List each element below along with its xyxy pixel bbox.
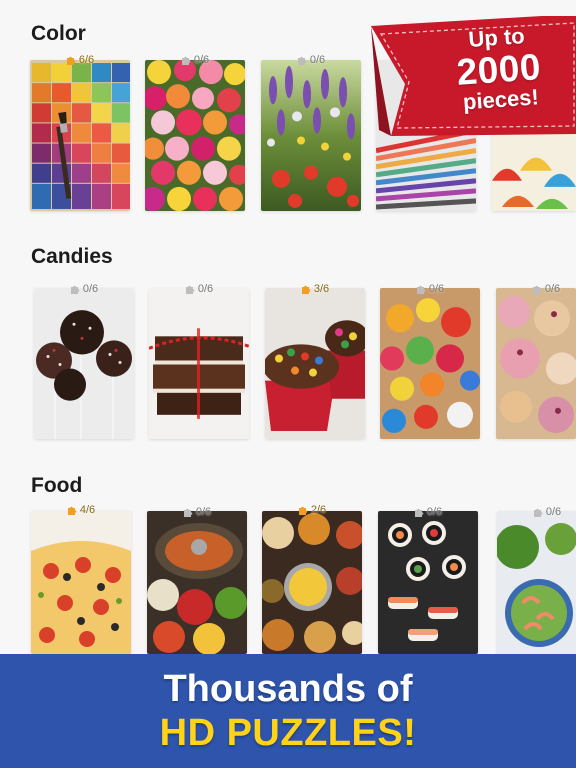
puzzle-thumbnail	[380, 288, 480, 439]
progress-text: 0/6	[195, 506, 212, 518]
banner-line-2: HD PUZZLES!	[159, 712, 417, 754]
progress-badge: 0/6	[378, 505, 478, 519]
progress-badge: 0/6	[147, 505, 247, 519]
puzzle-thumbnail	[265, 288, 365, 439]
ribbon-text: Up to 2000 pieces!	[405, 7, 576, 139]
puzzle-thumbnail	[34, 288, 134, 439]
progress-badge: 4/6	[31, 503, 131, 517]
puzzle-tile-color-swatches[interactable]	[30, 60, 130, 211]
progress-text: 0/6	[309, 54, 326, 66]
puzzle-piece-icon	[181, 56, 191, 65]
puzzle-thumbnail	[378, 511, 478, 654]
puzzle-thumbnail	[497, 511, 576, 654]
puzzle-thumbnail	[31, 511, 131, 654]
puzzle-piece-icon	[185, 285, 195, 294]
progress-text: 3/6	[313, 283, 330, 295]
progress-text: 0/6	[426, 506, 443, 518]
puzzle-tile-cupcakes[interactable]	[265, 288, 365, 439]
promo-banner: Thousands of HD PUZZLES!	[0, 654, 576, 768]
puzzle-thumbnail	[261, 60, 361, 211]
puzzle-thumbnail	[496, 288, 576, 439]
progress-badge: 0/6	[261, 53, 361, 67]
progress-badge: 0/6	[497, 505, 576, 519]
puzzle-thumbnail	[30, 60, 130, 211]
progress-badge: 3/6	[265, 282, 365, 296]
section-title: Food	[31, 474, 83, 497]
puzzle-tile-wildflowers[interactable]	[261, 60, 361, 211]
puzzle-piece-icon	[301, 285, 311, 294]
puzzle-piece-icon	[414, 508, 424, 517]
puzzle-tile-cookies[interactable]	[496, 288, 576, 439]
progress-text: 0/6	[197, 283, 214, 295]
puzzle-piece-icon	[66, 56, 76, 65]
puzzle-tile-roses[interactable]	[145, 60, 245, 211]
section-candies: Candies 0/6 0/6 3/6 0/6 0/6	[0, 245, 576, 445]
progress-badge: 0/6	[149, 282, 249, 296]
progress-text: 6/6	[78, 54, 95, 66]
puzzle-thumbnail	[147, 511, 247, 654]
progress-text: 0/6	[544, 283, 561, 295]
puzzle-tile-hot-pot[interactable]	[147, 511, 247, 654]
puzzle-piece-icon	[297, 56, 307, 65]
puzzle-piece-icon	[533, 508, 543, 517]
progress-text: 4/6	[79, 504, 96, 516]
puzzle-tile-pizza[interactable]	[31, 511, 131, 654]
section-title: Candies	[31, 245, 113, 268]
puzzle-tile-indian-dishes[interactable]	[262, 511, 362, 654]
progress-badge: 0/6	[145, 53, 245, 67]
puzzle-piece-icon	[416, 285, 426, 294]
puzzle-thumbnail	[149, 288, 249, 439]
progress-text: 0/6	[82, 283, 99, 295]
puzzle-tile-brownies[interactable]	[149, 288, 249, 439]
progress-badge: 0/6	[380, 282, 480, 296]
section-title: Color	[31, 22, 86, 45]
puzzle-thumbnail	[262, 511, 362, 654]
puzzle-piece-icon	[183, 508, 193, 517]
progress-text: 0/6	[193, 54, 210, 66]
progress-text: 0/6	[545, 506, 562, 518]
puzzle-piece-icon	[532, 285, 542, 294]
progress-badge: 2/6	[262, 503, 362, 517]
puzzle-tile-shrimp-salad[interactable]	[497, 511, 576, 654]
progress-badge: 6/6	[30, 53, 130, 67]
section-food: Food 4/6 0/6 2/6 0/6 0/6	[0, 474, 576, 674]
puzzle-thumbnail	[145, 60, 245, 211]
puzzle-piece-icon	[70, 285, 80, 294]
banner-line-1: Thousands of	[163, 668, 413, 710]
progress-badge: 0/6	[496, 282, 576, 296]
puzzle-tile-jelly-candies[interactable]	[380, 288, 480, 439]
progress-text: 2/6	[310, 504, 327, 516]
promo-ribbon: Up to 2000 pieces!	[369, 14, 576, 136]
progress-badge: 0/6	[34, 282, 134, 296]
puzzle-piece-icon	[298, 506, 308, 515]
puzzle-tile-sushi[interactable]	[378, 511, 478, 654]
puzzle-piece-icon	[67, 506, 77, 515]
puzzle-tile-cake-pops[interactable]	[34, 288, 134, 439]
progress-text: 0/6	[428, 283, 445, 295]
